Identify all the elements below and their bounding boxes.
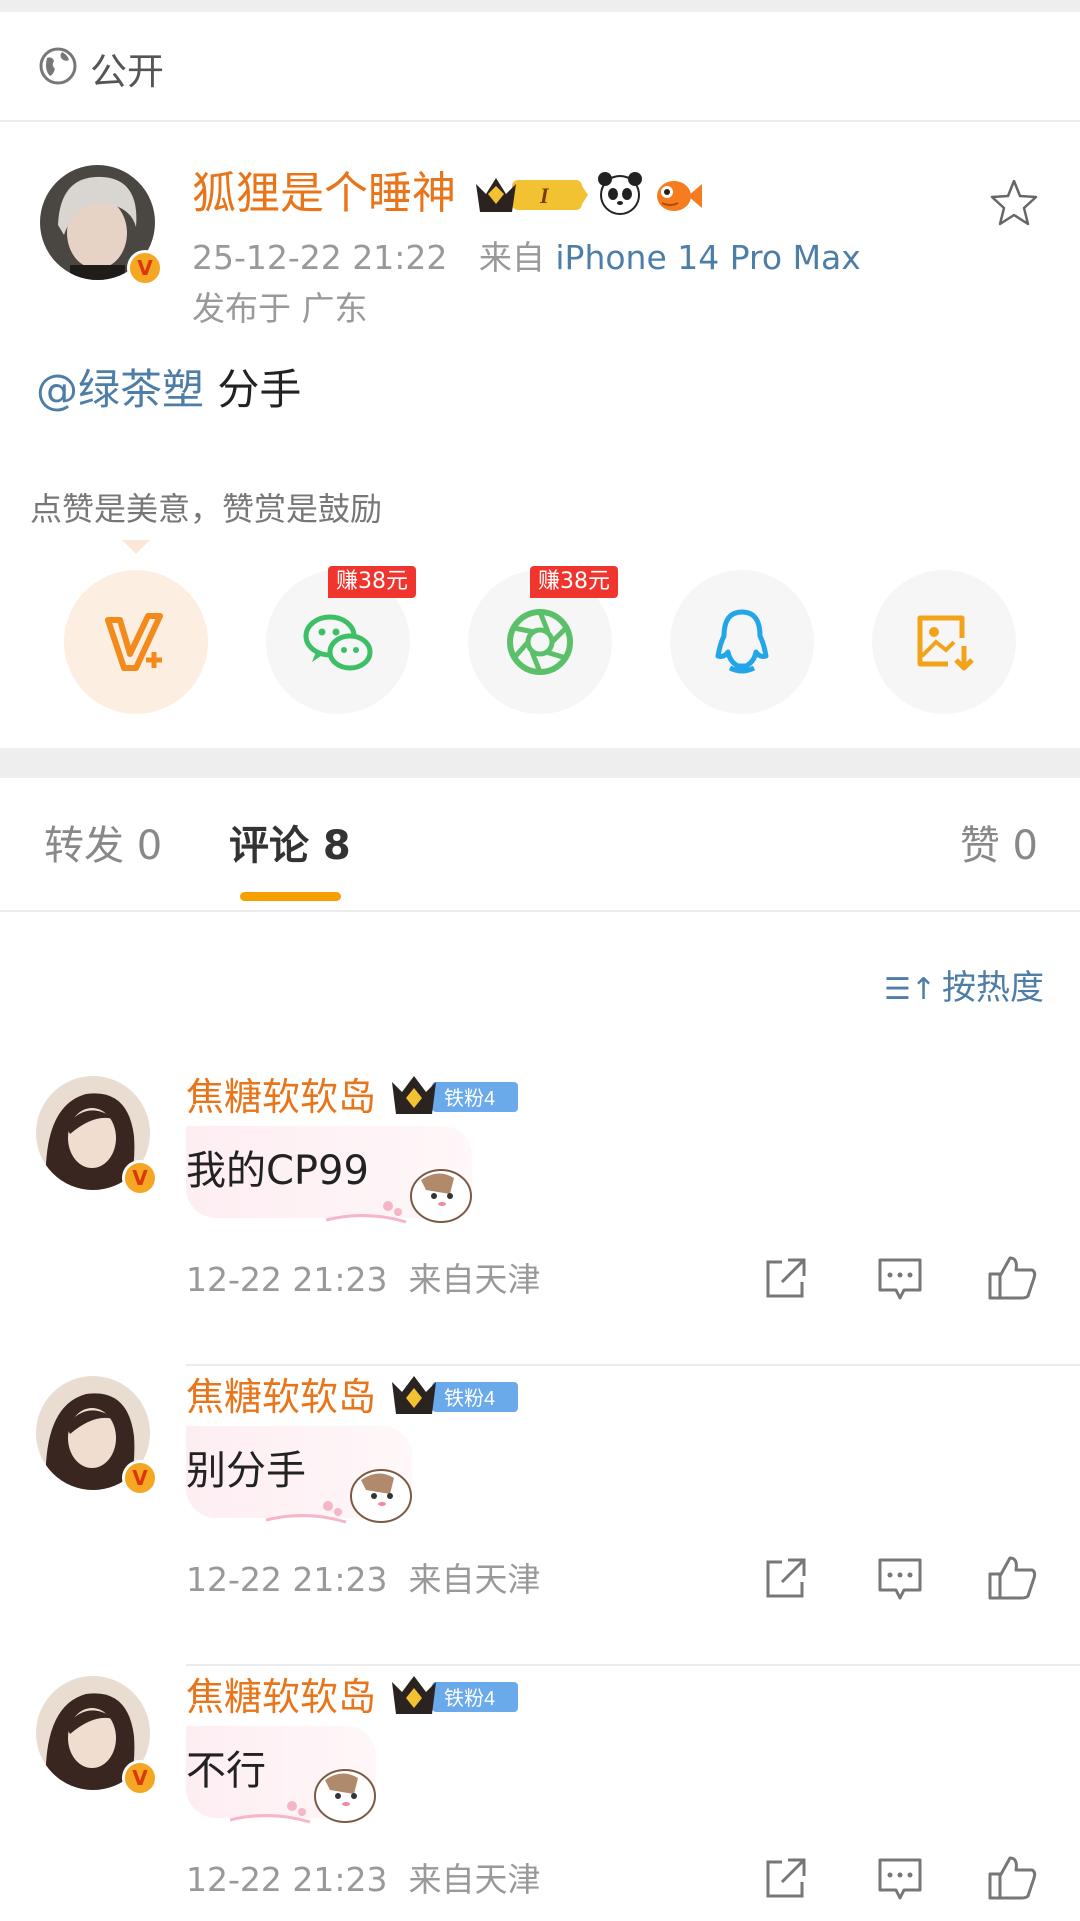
post-location: 发布于 广东 [192,289,368,328]
commenter-avatar[interactable]: V [36,1676,158,1796]
share-wechat-button[interactable]: 赚38元 [266,566,416,714]
post-meta: 25-12-22 21:22 来自 iPhone 14 Pro Max [192,237,861,279]
hamster-sticker [266,1469,412,1524]
earn-badge: 赚38元 [328,566,416,598]
fan-badge-text: 铁粉4 [444,1387,495,1410]
share-comment-icon[interactable] [760,1852,812,1904]
comment-meta: 12-22 21:23 来自天津 [186,1558,540,1602]
slogan-pointer [122,540,150,554]
comment-from: 来自天津 [408,1860,541,1899]
comment-meta: 12-22 21:23 来自天津 [186,1258,540,1302]
crown-level-badge: I [476,178,588,212]
verified-badge: V [122,1460,158,1496]
verified-badge: V [127,250,163,286]
commenter-name[interactable]: 焦糖软软岛 [186,1672,376,1722]
fish-emoji-badge [657,181,702,211]
verified-badge: V [122,1160,158,1196]
top-separator [0,0,1080,12]
comment-item: V 焦糖软软岛 铁粉4 我的CP99 12-22 21:23 来自天津 [0,1066,1080,1366]
panda-emoji-badge [598,172,642,215]
favorite-star-icon[interactable] [988,177,1040,229]
comment-meta: 12-22 21:23 来自天津 [186,1858,540,1902]
qq-icon [715,609,769,674]
reply-comment-icon[interactable] [874,1852,926,1904]
fan-badge: 铁粉4 [392,1376,518,1414]
fan-badge-text: 铁粉4 [444,1687,495,1710]
fan-badge-text: 铁粉4 [444,1087,495,1110]
comment-bubble: 不行 [186,1726,376,1824]
share-comment-icon[interactable] [760,1552,812,1604]
save-image-icon [917,615,974,671]
fan-badge: 铁粉4 [392,1076,518,1114]
reply-comment-icon[interactable] [874,1252,926,1304]
moments-icon [507,609,573,675]
sort-by-hot-button[interactable]: ☰↑ 按热度 [884,966,1044,1012]
commenter-name[interactable]: 焦糖软软岛 [186,1072,376,1122]
post-text: 分手 [217,365,302,414]
comment-from: 来自天津 [408,1260,541,1299]
comment-time: 12-22 21:23 [186,1260,388,1299]
globe-icon [39,47,77,85]
post-time: 25-12-22 21:22 [192,238,448,277]
commenter-name[interactable]: 焦糖软软岛 [186,1372,376,1422]
post-content: @绿茶塑 分手 [36,362,301,418]
tab-repost[interactable]: 转发 0 [44,820,162,872]
like-comment-icon[interactable] [986,1852,1038,1904]
comment-item: V 焦糖软软岛 铁粉4 别分手 12-22 21:23 来自天津 [0,1366,1080,1666]
privacy-label: 公开 [90,50,164,93]
share-qq-button[interactable] [670,570,814,714]
like-comment-icon[interactable] [986,1252,1038,1304]
hamster-sticker [326,1169,472,1224]
tab-likes[interactable]: 赞 0 [960,820,1038,872]
post-device-link[interactable]: iPhone 14 Pro Max [555,238,860,277]
svg-text:I: I [539,183,550,208]
comment-time: 12-22 21:23 [186,1560,388,1599]
post-card: V 狐狸是个睡神 I 25-12-22 21:22 来自 iPhone 14 P… [0,122,1080,748]
active-tab-indicator [240,892,341,901]
sort-label: 按热度 [942,968,1044,1008]
hamster-sticker [230,1769,376,1824]
privacy-bar[interactable]: 公开 [0,12,1080,122]
share-moments-button[interactable]: 赚38元 [468,566,618,714]
author-name[interactable]: 狐狸是个睡神 [192,166,456,222]
section-separator [0,748,1080,778]
save-image-button[interactable] [872,570,1016,714]
wechat-icon [303,614,373,671]
author-badges: I [476,172,702,215]
fan-badge: 铁粉4 [392,1676,518,1714]
earn-badge: 赚38元 [530,566,618,598]
tab-comments[interactable]: 评论 8 [229,820,351,872]
share-comment-icon[interactable] [760,1252,812,1304]
commenter-avatar[interactable]: V [36,1076,158,1196]
comment-item: V 焦糖软软岛 铁粉4 不行 12-22 21:23 来自天津 [0,1666,1080,1921]
comment-bubble: 别分手 [186,1426,412,1524]
commenter-avatar[interactable]: V [36,1376,158,1496]
interaction-tabs: 转发 0 评论 8 赞 0 [0,778,1080,912]
mention-link[interactable]: @绿茶塑 [36,365,204,414]
comment-time: 12-22 21:23 [186,1860,388,1899]
verified-badge: V [122,1760,158,1796]
reply-comment-icon[interactable] [874,1552,926,1604]
like-comment-icon[interactable] [986,1552,1038,1604]
sort-icon: ☰↑ [883,972,936,1007]
share-reward-button[interactable] [64,570,208,714]
comment-bubble: 我的CP99 [186,1126,472,1224]
comment-from: 来自天津 [408,1560,541,1599]
post-from-prefix: 来自 [478,238,545,277]
reward-slogan: 点赞是美意，赞赏是鼓励 [30,490,383,528]
author-avatar[interactable]: V [40,165,163,286]
vplus-icon [105,613,163,671]
